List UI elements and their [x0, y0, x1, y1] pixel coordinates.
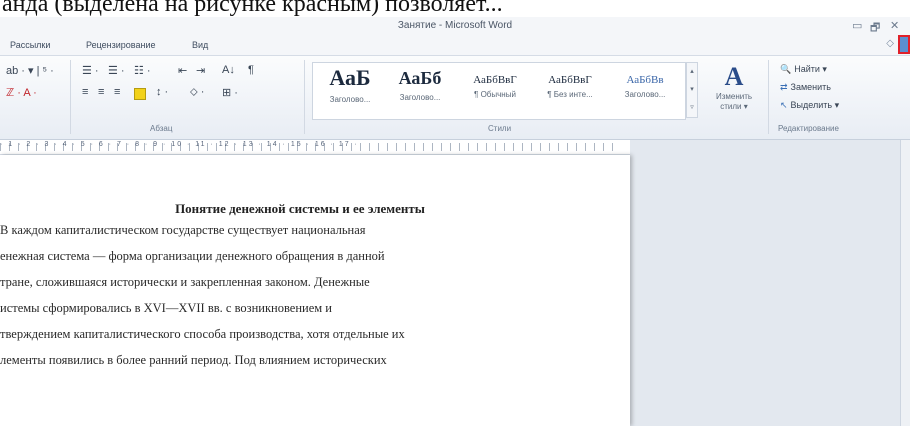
multilevel-list-button[interactable]: ☷ · [134, 64, 151, 77]
shading-icon[interactable]: ⬦ · [190, 86, 204, 99]
document-heading: Понятие денежной системы и ее элементы [175, 201, 425, 216]
style-normal[interactable]: АаБбВвГ ¶ Обычный [459, 65, 531, 115]
group-separator [304, 60, 305, 134]
change-styles-button[interactable]: A Изменить стили ▾ [710, 62, 758, 112]
align-left-icon[interactable]: ≡ [82, 86, 88, 98]
find-icon: 🔍 [780, 64, 792, 74]
replace-icon: ⇄ [780, 82, 788, 92]
style-no-spacing[interactable]: АаБбВвГ ¶ Без инте... [533, 65, 607, 115]
paragraph-line: истемы сформировались в XVI—XVII вв. с в… [0, 301, 332, 315]
select-icon: ↖ [780, 100, 788, 110]
increase-indent-icon[interactable]: ⇥ [196, 64, 205, 77]
paragraph-line: тверждением капиталистического способа п… [0, 327, 405, 341]
group-separator [768, 60, 769, 134]
font-tools-row2[interactable]: ℤ · A · [6, 86, 37, 99]
align-right-icon[interactable]: ≡ [114, 86, 120, 98]
justify-icon[interactable] [134, 88, 146, 100]
style-name: Заголово... [399, 93, 441, 102]
minimize-icon[interactable]: ▭ [852, 19, 862, 32]
style-name: Заголово... [329, 95, 371, 104]
workspace-background [630, 140, 910, 426]
paragraph-line: В каждом капиталистическом государстве с… [0, 223, 366, 237]
document-page[interactable]: Понятие денежной системы и ее элементы В… [0, 155, 630, 426]
paragraph-group-label: Абзац [150, 124, 173, 133]
vertical-scrollbar[interactable] [900, 140, 910, 426]
borders-icon[interactable]: ⊞ · [222, 86, 238, 99]
style-heading-1[interactable]: АаБбВв Заголово... [609, 65, 681, 115]
paragraph-line: тране, сложившаяся исторически и закрепл… [0, 275, 370, 289]
help-button-highlighted[interactable] [898, 35, 910, 54]
ribbon-tabs: Рассылки Рецензирование Вид ◇ [0, 35, 910, 56]
styles-scroll-buttons[interactable]: ▴ ▾ ▿ [686, 62, 698, 118]
window-title: Занятие - Microsoft Word [397, 20, 513, 31]
change-styles-label-2: стили ▾ [720, 102, 748, 111]
title-bar: Занятие - Microsoft Word ▭ 🗗 ✕ [0, 17, 910, 35]
paragraph-line: лементы появились в более ранний период.… [0, 353, 387, 367]
style-sample: АаБбВвГ [548, 74, 592, 86]
style-sample: АаБб [398, 68, 442, 88]
close-icon[interactable]: ✕ [890, 19, 899, 32]
change-styles-icon: A [724, 62, 744, 91]
decrease-indent-icon[interactable]: ⇤ [178, 64, 187, 77]
style-sample: АаБбВвГ [473, 74, 517, 86]
group-separator [70, 60, 71, 134]
bullets-button[interactable]: ☰ · [82, 64, 99, 77]
tab-mailings[interactable]: Рассылки [10, 40, 50, 50]
numbering-button[interactable]: ☰ · [108, 64, 125, 77]
select-button[interactable]: ↖ Выделить ▾ [780, 100, 839, 111]
align-center-icon[interactable]: ≡ [98, 86, 104, 98]
style-sample: АаБ [329, 65, 371, 90]
style-sample: АаБбВв [626, 74, 664, 86]
ruler-numbers: · 1 · 2 · 3 · 4 · 5 · 6 · 7 · 8 · 9 · 10… [0, 141, 359, 148]
horizontal-ruler[interactable]: · 1 · 2 · 3 · 4 · 5 · 6 · 7 · 8 · 9 · 10… [0, 140, 630, 155]
tab-review[interactable]: Рецензирование [86, 40, 156, 50]
replace-button[interactable]: ⇄ Заменить [780, 82, 831, 93]
style-name: Заголово... [624, 90, 666, 99]
paragraph-line: енежная система — форма организации дене… [0, 249, 385, 263]
pilcrow-icon[interactable]: ¶ [248, 64, 254, 76]
change-styles-label: Изменить [715, 92, 753, 101]
question-text-strip: анда (выделена на рисунке красным) позво… [0, 0, 910, 17]
minimize-ribbon-icon[interactable]: ◇ [886, 38, 894, 49]
style-heading-2[interactable]: АаБб Заголово... [385, 65, 455, 115]
style-name: ¶ Обычный [474, 90, 516, 99]
line-spacing-icon[interactable]: ↕ · [156, 86, 168, 98]
select-label: Выделить ▾ [790, 100, 840, 110]
sort-icon[interactable]: A↓ [222, 64, 235, 76]
find-label: Найти ▾ [794, 64, 827, 74]
replace-label: Заменить [790, 82, 831, 92]
ribbon: ab · ▾ | ⁵ · ℤ · A · ☰ · ☰ · ☷ · ⇤ ⇥ A↓ … [0, 56, 910, 140]
question-text: анда (выделена на рисунке красным) позво… [2, 0, 503, 17]
editing-group-label: Редактирование [778, 124, 839, 133]
styles-group-label: Стили [488, 124, 512, 133]
find-button[interactable]: 🔍 Найти ▾ [780, 64, 827, 75]
style-heading-big[interactable]: АаБ Заголово... [317, 65, 383, 115]
word-window: Занятие - Microsoft Word ▭ 🗗 ✕ Рассылки … [0, 17, 910, 426]
font-tools-row1[interactable]: ab · ▾ | ⁵ · [6, 64, 54, 77]
style-name: ¶ Без инте... [547, 90, 593, 99]
styles-gallery: АаБ Заголово... АаБб Заголово... АаБбВвГ… [312, 62, 686, 120]
tab-view[interactable]: Вид [192, 40, 208, 50]
